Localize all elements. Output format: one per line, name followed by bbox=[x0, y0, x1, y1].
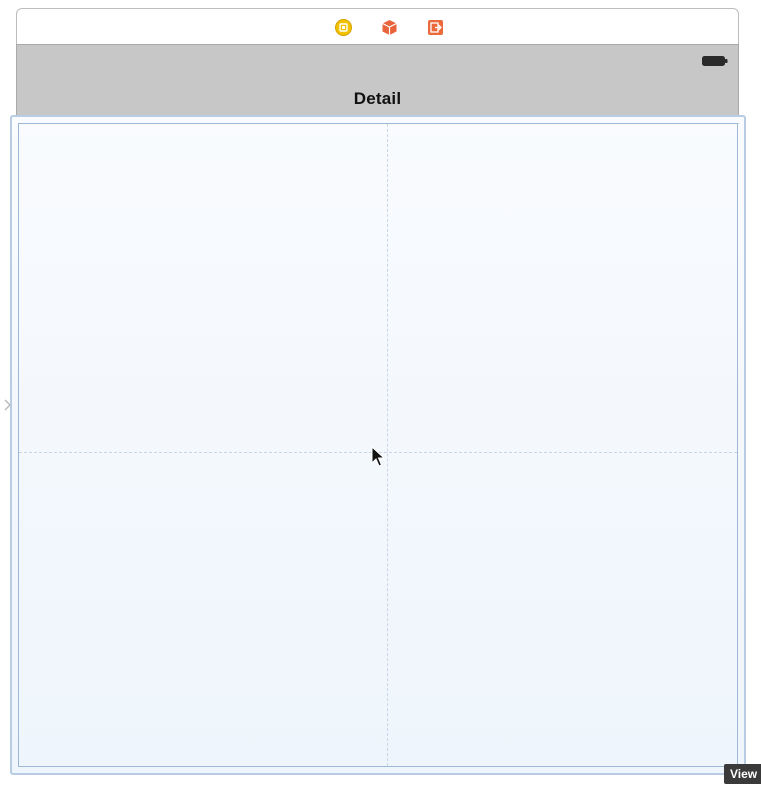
vertical-center-guide bbox=[387, 124, 388, 766]
nav-bar-title[interactable]: Detail bbox=[17, 89, 738, 109]
scene-dock bbox=[16, 8, 739, 44]
content-view-bounds bbox=[18, 123, 738, 767]
arrow-cursor-icon bbox=[371, 446, 385, 468]
view-tooltip: View bbox=[724, 764, 761, 784]
exit-icon[interactable] bbox=[427, 19, 444, 36]
segue-arrow-icon[interactable] bbox=[3, 398, 13, 412]
storyboard-canvas: Detail View bbox=[0, 0, 761, 787]
battery-icon bbox=[702, 56, 728, 66]
content-view[interactable] bbox=[10, 115, 746, 775]
view-controller-icon[interactable] bbox=[335, 19, 352, 36]
first-responder-icon[interactable] bbox=[381, 19, 398, 36]
navigation-bar[interactable]: Detail bbox=[16, 44, 739, 115]
